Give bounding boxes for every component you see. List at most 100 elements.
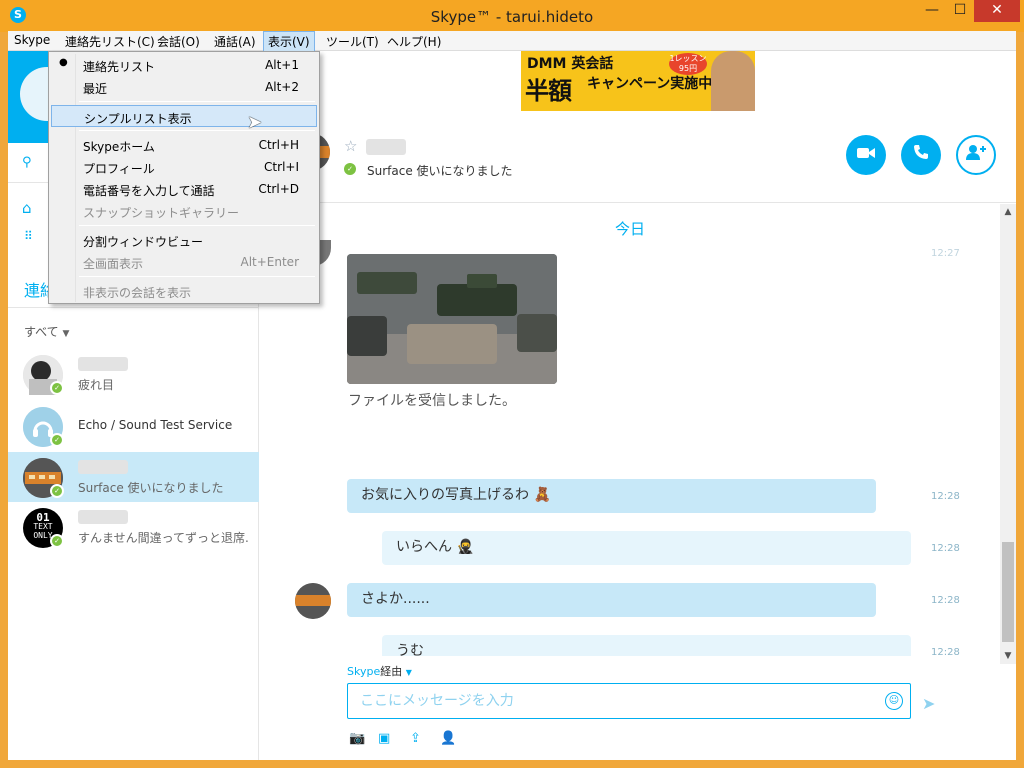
menu-contacts[interactable]: 連絡先リスト(C) — [65, 33, 155, 50]
menu-item-simple-list[interactable]: シンプルリスト表示 — [51, 105, 317, 127]
avatar-text: TEXT — [33, 522, 53, 531]
menu-item-dial-number[interactable]: 電話番号を入力して通話 Ctrl+D — [51, 178, 317, 200]
via-label: 経由 — [380, 665, 403, 678]
message-scrollbar[interactable]: ▲ ▼ — [1000, 204, 1016, 664]
menu-item-label: 分割ウィンドウビュー — [83, 235, 204, 249]
menu-item-profile[interactable]: プロフィール Ctrl+I — [51, 156, 317, 178]
menu-item-label: Skypeホーム — [83, 140, 155, 154]
ad-banner[interactable]: DMM 英会話 半額 キャンペーン実施中！ 1レッスン 95円 — [521, 51, 755, 111]
contact-item[interactable]: ✓ 疲れ目 — [8, 349, 259, 399]
avatar — [295, 583, 331, 619]
scroll-down-icon[interactable]: ▼ — [1000, 648, 1016, 664]
menu-tools[interactable]: ツール(T) — [326, 33, 379, 50]
menu-bar: Skype 連絡先リスト(C) 会話(O) 通話(A) 表示(V) ツール(T)… — [8, 31, 1016, 52]
chevron-down-icon: ▼ — [405, 668, 412, 677]
contact-name — [78, 460, 128, 474]
online-status-icon: ✓ — [50, 381, 64, 395]
message-list: 今日 12:27 ファイルを受信しました。 お気に入りの写真上げるわ 🧸 12:… — [260, 204, 1000, 656]
message-bubble[interactable]: いらへん 🥷 — [382, 531, 911, 565]
menu-separator — [79, 276, 315, 277]
avatar-text: 01 — [36, 511, 50, 524]
menu-item-recent[interactable]: 最近 Alt+2 — [51, 76, 317, 98]
close-button[interactable]: ✕ — [974, 0, 1020, 22]
menu-item-label: スナップショットギャラリー — [83, 206, 240, 220]
online-status-icon: ✓ — [50, 484, 64, 498]
video-message-icon[interactable]: ▣ — [378, 731, 390, 746]
menu-item-label: シンプルリスト表示 — [84, 112, 192, 126]
menu-item-full-screen: 全画面表示 Alt+Enter — [51, 251, 317, 273]
emoticon-icon[interactable]: ☺ — [885, 692, 903, 710]
menu-help[interactable]: ヘルプ(H) — [387, 33, 441, 50]
menu-item-shortcut: Alt+Enter — [240, 255, 299, 269]
message-bubble[interactable]: うむ — [382, 635, 911, 656]
file-upload-icon[interactable]: ⇪ — [410, 731, 421, 746]
voice-call-button[interactable] — [901, 135, 941, 175]
maximize-button[interactable]: ☐ — [946, 0, 974, 22]
window-title: Skype™ - tarui.hideto — [430, 8, 594, 26]
file-received-note: ファイルを受信しました。 — [348, 393, 516, 409]
scroll-up-icon[interactable]: ▲ — [1000, 204, 1016, 220]
online-status-icon: ✓ — [50, 534, 64, 548]
home-icon[interactable]: ⌂ — [22, 199, 32, 217]
send-via-selector[interactable]: Skype経由 ▼ — [347, 663, 412, 679]
menu-item-shortcut: Alt+2 — [265, 80, 299, 94]
menu-item-shortcut: Alt+1 — [265, 58, 299, 72]
send-icon[interactable]: ➤ — [922, 694, 935, 713]
message-time: 12:28 — [931, 595, 960, 606]
star-icon[interactable]: ☆ — [344, 137, 357, 155]
menu-item-contacts-list[interactable]: ● 連絡先リスト Alt+1 — [51, 54, 317, 76]
chevron-down-icon: ▼ — [62, 329, 70, 339]
conversation-pane: DMM 英会話 半額 キャンペーン実施中！ 1レッスン 95円 ☆ ✓ Surf… — [260, 51, 1016, 760]
contact-item[interactable]: ✓ Echo / Sound Test Service — [8, 401, 259, 451]
message-input-box[interactable]: ☺ — [347, 683, 911, 719]
menu-separator — [79, 101, 315, 102]
ad-person-image — [711, 51, 755, 111]
message-time: 12:27 — [931, 248, 960, 259]
menu-item-skype-home[interactable]: Skypeホーム Ctrl+H — [51, 134, 317, 156]
ad-badge: 1レッスン 95円 — [669, 53, 707, 75]
conversation-header: ☆ ✓ Surface 使いになりました — [260, 113, 1016, 203]
day-separator: 今日 — [614, 220, 645, 238]
menu-item-label: 電話番号を入力して通話 — [83, 184, 215, 198]
menu-item-label: 非表示の会話を表示 — [83, 286, 192, 300]
video-camera-icon — [857, 148, 875, 158]
menu-separator — [79, 130, 315, 131]
message-time: 12:28 — [931, 543, 960, 554]
divider — [8, 307, 259, 308]
search-icon[interactable]: ⚲ — [22, 155, 36, 170]
contact-mood: Surface 使いになりました — [78, 481, 224, 495]
via-service: Skype — [347, 665, 381, 678]
contact-item[interactable]: 01 TEXT ONLY ✓ すんません間違ってずっと退席... — [8, 502, 259, 552]
contact-filter[interactable]: すべて ▼ — [24, 323, 69, 340]
online-status-icon: ✓ — [344, 163, 356, 175]
menu-item-snapshot-gallery: スナップショットギャラリー — [51, 200, 317, 222]
ad-headline: 半額 — [525, 77, 572, 105]
message-input[interactable] — [360, 690, 880, 712]
menu-item-split-view[interactable]: 分割ウィンドウビュー — [51, 229, 317, 251]
title-bar[interactable]: S Skype™ - tarui.hideto — ☐ ✕ — [0, 0, 1024, 32]
menu-view[interactable]: 表示(V) — [263, 31, 315, 52]
contact-name — [366, 139, 406, 155]
contact-status: Surface 使いになりました — [367, 164, 513, 178]
menu-conversation[interactable]: 会話(O) — [157, 33, 200, 50]
menu-item-shortcut: Ctrl+H — [258, 138, 299, 152]
dialpad-icon[interactable]: ⠿ — [24, 229, 33, 243]
message-bubble[interactable]: さよか...... — [347, 583, 876, 617]
message-time: 12:28 — [931, 647, 960, 656]
contact-item[interactable]: ✓ Surface 使いになりました — [8, 452, 259, 502]
send-contact-icon[interactable]: 👤 — [440, 731, 456, 746]
message-bubble[interactable]: お気に入りの写真上げるわ 🧸 — [347, 479, 876, 513]
menu-separator — [79, 225, 315, 226]
scroll-thumb[interactable] — [1002, 542, 1014, 642]
minimize-button[interactable]: — — [918, 0, 946, 22]
contact-mood: すんません間違ってずっと退席... — [78, 531, 248, 545]
add-people-button[interactable] — [956, 135, 996, 175]
received-photo[interactable] — [347, 254, 557, 384]
video-call-button[interactable] — [846, 135, 886, 175]
message-time: 12:28 — [931, 491, 960, 502]
filter-label: すべて — [24, 325, 59, 339]
menu-call[interactable]: 通話(A) — [214, 33, 256, 50]
menu-skype[interactable]: Skype — [14, 33, 50, 47]
online-status-icon: ✓ — [50, 433, 64, 447]
camera-icon[interactable]: 📷 — [349, 731, 365, 746]
